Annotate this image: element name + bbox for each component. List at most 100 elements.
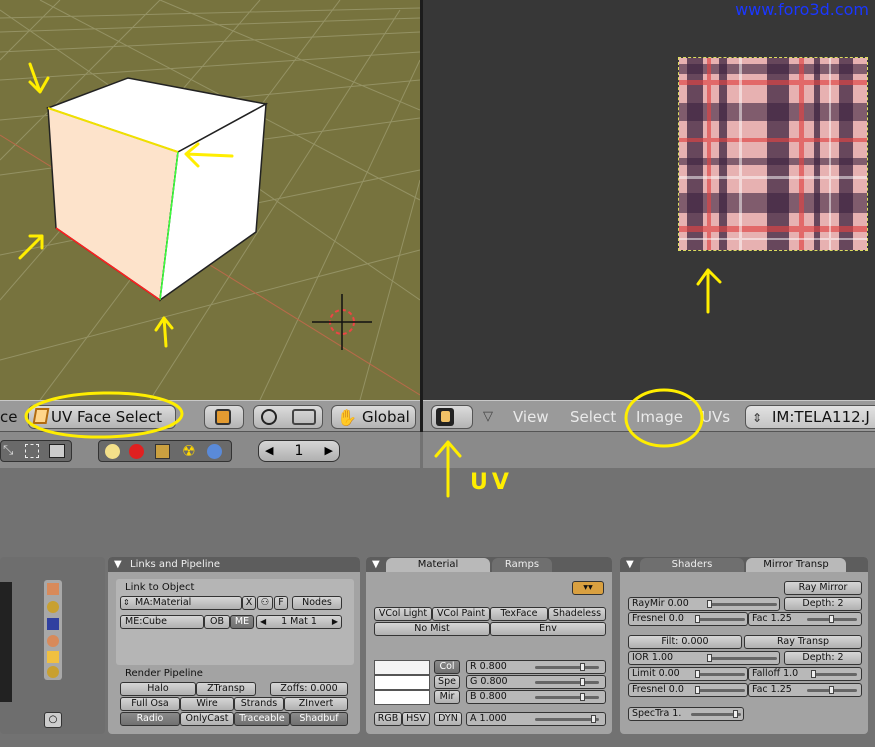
slider-knob[interactable] xyxy=(695,670,700,678)
mode-select-dropdown[interactable]: UV Face Select xyxy=(28,405,176,429)
slider-knob[interactable] xyxy=(579,663,585,671)
fresnel-transp-value: Fresnel 0.0 xyxy=(632,684,684,695)
preview-flat-icon xyxy=(47,583,59,595)
vcol-paint-button[interactable]: VCol Paint xyxy=(432,607,490,621)
green-slider[interactable]: G 0.800 xyxy=(466,675,606,689)
menu-view[interactable]: View xyxy=(513,407,549,427)
link-mesh-button[interactable]: ME xyxy=(230,615,254,629)
editor-type-button[interactable] xyxy=(431,405,473,429)
limit-slider[interactable]: Limit 0.00 xyxy=(628,667,748,681)
red-slider[interactable]: R 0.800 xyxy=(466,660,606,674)
image-browse-field[interactable]: ⇕ IM:TELA112.J xyxy=(745,405,875,429)
spe-button[interactable]: Spe xyxy=(434,675,460,689)
full-osa-button[interactable]: Full Osa xyxy=(120,697,180,711)
fac-transp-slider[interactable]: Fac 1.25 xyxy=(748,683,862,697)
copy-paste-arrows-icon[interactable]: ▾▾ xyxy=(572,581,604,595)
slider-knob[interactable] xyxy=(829,686,834,694)
fac-mirror-slider[interactable]: Fac 1.25 xyxy=(748,612,862,626)
fresnel-mirror-slider[interactable]: Fresnel 0.0 xyxy=(628,612,748,626)
preview-type-buttons[interactable] xyxy=(44,580,62,680)
shadeless-button[interactable]: Shadeless xyxy=(548,607,606,621)
ray-transp-button[interactable]: Ray Transp xyxy=(744,635,862,649)
tab-ramps[interactable]: Ramps xyxy=(492,558,552,572)
specular-color-swatch[interactable] xyxy=(374,675,430,690)
uv-texture-image[interactable] xyxy=(678,57,868,251)
users-icon[interactable]: ⚇ xyxy=(257,596,273,610)
slider-knob[interactable] xyxy=(579,693,585,701)
slider-knob[interactable] xyxy=(695,686,700,694)
slider-knob[interactable] xyxy=(579,678,585,686)
preview-refresh-button[interactable]: ○ xyxy=(44,712,62,728)
slider-knob[interactable] xyxy=(811,670,816,678)
area-divider[interactable] xyxy=(420,0,423,432)
fresnel-transp-slider[interactable]: Fresnel 0.0 xyxy=(628,683,748,697)
slider-knob[interactable] xyxy=(695,615,700,623)
collapse-triangle-icon[interactable]: ▼ xyxy=(626,557,634,572)
spectra-slider[interactable]: SpecTra 1. xyxy=(628,707,744,721)
rgb-button[interactable]: RGB xyxy=(374,712,402,726)
tab-shaders[interactable]: Shaders xyxy=(640,558,744,572)
menu-uvs[interactable]: UVs xyxy=(701,407,730,427)
zinvert-button[interactable]: ZInvert xyxy=(284,697,348,711)
texface-button[interactable]: TexFace xyxy=(490,607,548,621)
pivot-point-button[interactable] xyxy=(253,405,323,429)
blue-slider[interactable]: B 0.800 xyxy=(466,690,606,704)
diffuse-color-swatch[interactable] xyxy=(374,660,430,675)
slider-knob[interactable] xyxy=(707,600,712,608)
onlycast-button[interactable]: OnlyCast xyxy=(180,712,234,726)
draw-type-button[interactable] xyxy=(204,405,244,429)
nodes-button[interactable]: Nodes xyxy=(292,596,342,610)
3d-view-header: ce UV Face Select ✋ Global xyxy=(0,400,420,432)
orientation-dropdown[interactable]: ✋ Global xyxy=(331,405,416,429)
material-panel: ▼ Material Ramps ▾▾ VCol Light VCol Pain… xyxy=(366,557,612,734)
slider-knob[interactable] xyxy=(733,710,738,718)
dyn-button[interactable]: DYN xyxy=(434,712,462,726)
ray-mirror-button[interactable]: Ray Mirror xyxy=(784,581,862,595)
strands-button[interactable]: Strands xyxy=(234,697,284,711)
collapse-triangle-icon[interactable]: ▼ xyxy=(372,557,380,572)
preview-monkey-icon xyxy=(47,635,59,647)
uv-image-editor[interactable]: www.foro3d.com xyxy=(423,0,875,400)
traceable-button[interactable]: Traceable xyxy=(234,712,290,726)
mirror-color-swatch[interactable] xyxy=(374,690,430,705)
slider-knob[interactable] xyxy=(829,615,834,623)
depth-field-transp[interactable]: Depth: 2 xyxy=(784,651,862,665)
zoffs-field[interactable]: Zoffs: 0.000 xyxy=(270,682,348,696)
menu-image[interactable]: Image xyxy=(636,407,683,427)
radio-button[interactable]: Radio xyxy=(120,712,180,726)
link-object-button[interactable]: OB xyxy=(204,615,230,629)
no-mist-button[interactable]: No Mist xyxy=(374,622,490,636)
material-datablock-field[interactable]: ⇕ MA:Material xyxy=(120,596,242,610)
mir-button[interactable]: Mir xyxy=(434,690,460,704)
fake-user-button[interactable]: F xyxy=(274,596,288,610)
menu-select[interactable]: Select xyxy=(570,407,616,427)
tab-material[interactable]: Material xyxy=(386,558,490,572)
alpha-slider[interactable]: A 1.000 xyxy=(466,712,606,726)
col-button[interactable]: Col xyxy=(434,660,460,674)
falloff-slider[interactable]: Falloff 1.0 xyxy=(748,667,862,681)
3d-viewport[interactable] xyxy=(0,0,420,400)
3d-cursor-icon[interactable] xyxy=(312,292,372,352)
context-buttons-group[interactable]: ☢ xyxy=(98,440,232,462)
env-button[interactable]: Env xyxy=(490,622,606,636)
unlink-material-button[interactable]: X xyxy=(242,596,256,610)
vcol-light-button[interactable]: VCol Light xyxy=(374,607,432,621)
tab-mirror-transp[interactable]: Mirror Transp xyxy=(746,558,846,572)
links-panel-header[interactable]: ▼ Links and Pipeline xyxy=(108,557,360,572)
slider-knob[interactable] xyxy=(591,715,596,723)
ztransp-button[interactable]: ZTransp xyxy=(196,682,256,696)
material-index-field[interactable]: ◀ 1 Mat 1 ▶ xyxy=(256,615,342,629)
depth-field-mirror[interactable]: Depth: 2 xyxy=(784,597,862,611)
shadbuf-button[interactable]: Shadbuf xyxy=(290,712,348,726)
halo-button[interactable]: Halo xyxy=(120,682,196,696)
hsv-button[interactable]: HSV xyxy=(402,712,430,726)
layer-number-field[interactable]: ◀ 1 ▶ xyxy=(258,440,340,462)
ior-slider[interactable]: IOR 1.00 xyxy=(628,651,780,665)
raymir-slider[interactable]: RayMir 0.00 xyxy=(628,597,780,611)
wire-button[interactable]: Wire xyxy=(180,697,234,711)
filter-field[interactable]: Filt: 0.000 xyxy=(628,635,742,649)
view-icons-group[interactable]: ⤡ xyxy=(0,440,72,462)
mesh-datablock-field[interactable]: ME:Cube xyxy=(120,615,204,629)
slider-knob[interactable] xyxy=(707,654,712,662)
collapse-menus-triangle-icon[interactable]: ▽ xyxy=(483,407,493,427)
